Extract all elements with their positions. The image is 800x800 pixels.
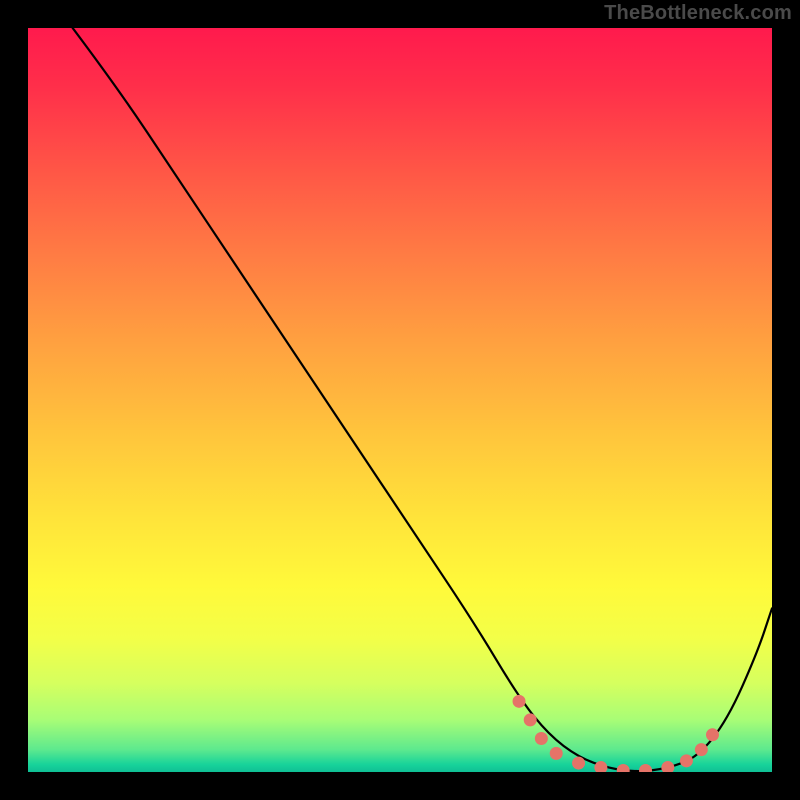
- marker-dot: [535, 732, 548, 745]
- marker-dot: [617, 764, 630, 772]
- marker-dot: [513, 695, 526, 708]
- marker-dot: [524, 713, 537, 726]
- marker-dot: [661, 761, 674, 772]
- watermark-text: TheBottleneck.com: [604, 2, 792, 25]
- curve-layer: [28, 28, 772, 772]
- marker-dot: [706, 728, 719, 741]
- chart-container: TheBottleneck.com: [0, 0, 800, 800]
- marker-dot: [639, 764, 652, 772]
- marker-dot: [695, 743, 708, 756]
- bottleneck-curve: [73, 28, 772, 771]
- marker-dot: [550, 747, 563, 760]
- marker-group: [513, 695, 719, 772]
- plot-area: [28, 28, 772, 772]
- marker-dot: [572, 757, 585, 770]
- marker-dot: [680, 754, 693, 767]
